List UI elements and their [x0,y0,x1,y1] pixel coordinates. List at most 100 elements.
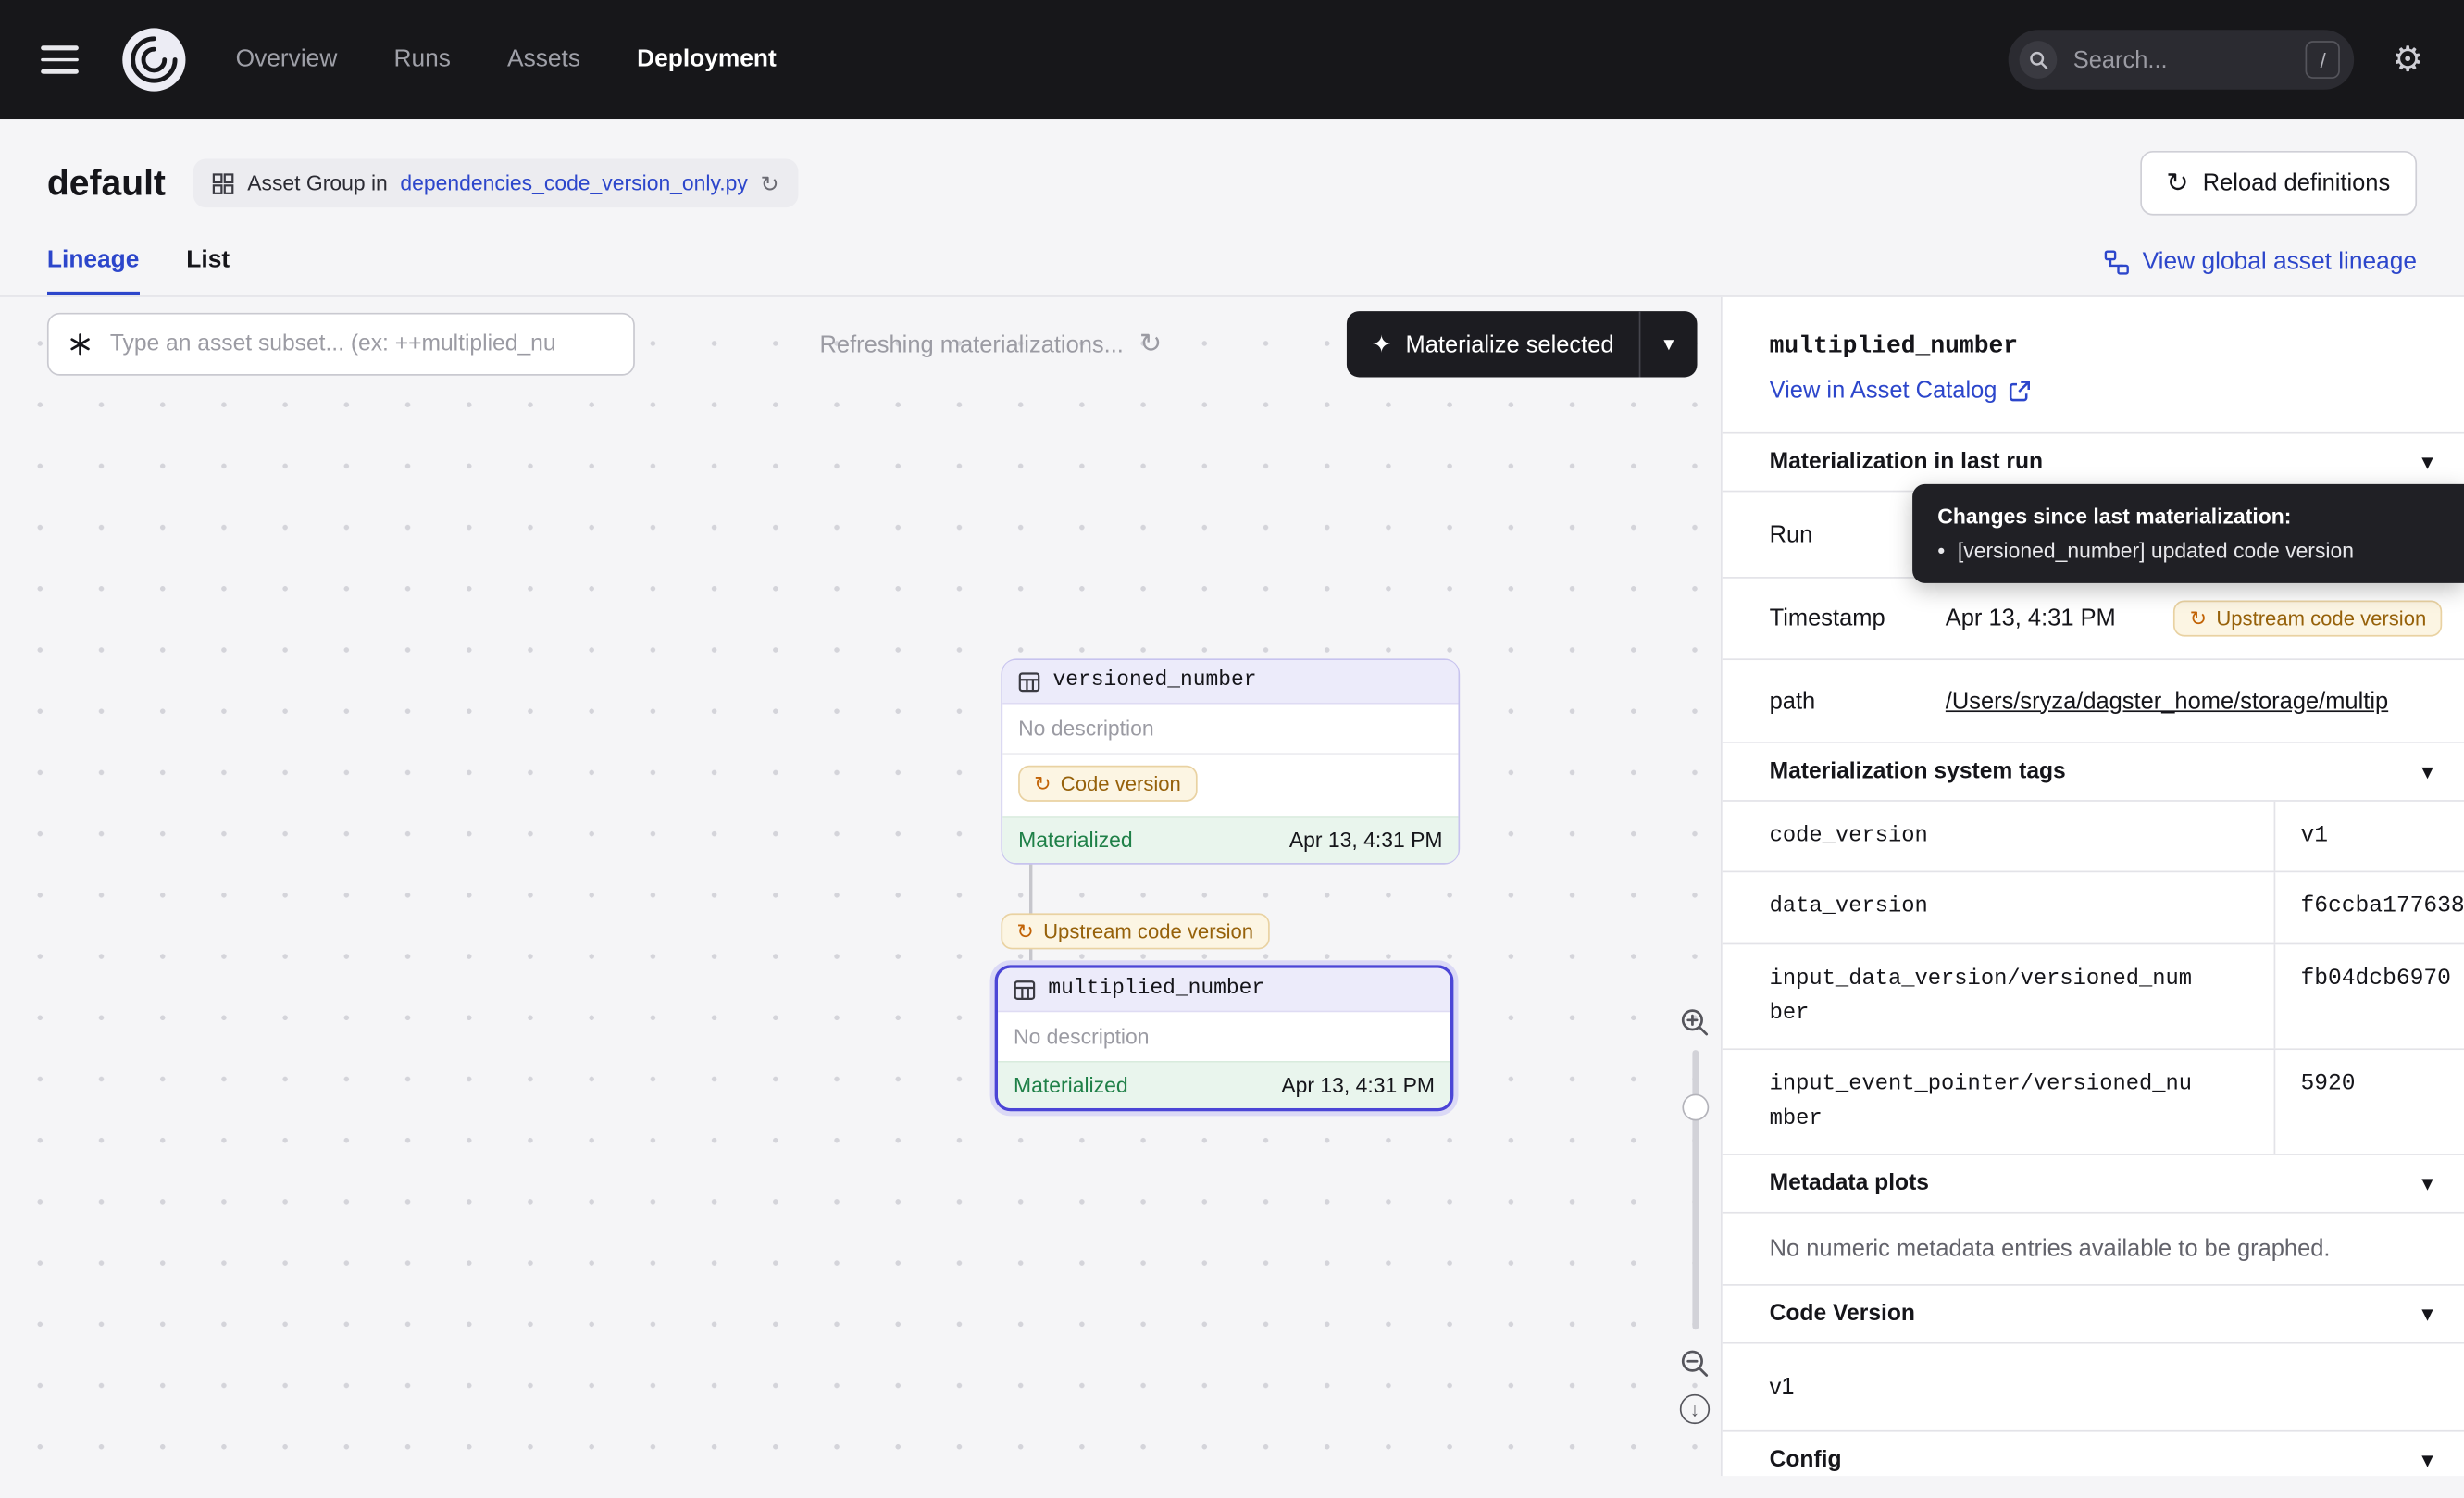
system-tag-row: input_event_pointer/versioned_number 592… [1723,1050,2464,1155]
system-tag-row: code_version v1 [1723,802,2464,873]
chevron-down-icon[interactable]: ▾ [2422,450,2433,475]
timestamp-label: Timestamp [1770,605,1946,632]
view-global-asset-lineage-link[interactable]: View global asset lineage [2105,248,2417,295]
path-label: path [1770,688,1946,715]
external-link-icon [2008,380,2030,402]
zoom-in-icon[interactable] [1680,1007,1710,1037]
reload-group-icon[interactable]: ↻ [760,172,778,194]
download-view-icon[interactable]: ↓ [1680,1394,1710,1424]
tab-list[interactable]: List [186,247,230,296]
nav-item-overview[interactable]: Overview [236,45,338,74]
system-tag-row: data_version f6ccba177638 [1723,873,2464,944]
tag-value: fb04dcb6970 [2275,944,2464,1048]
zoom-out-icon[interactable] [1680,1349,1710,1379]
tab-lineage[interactable]: Lineage [47,247,139,296]
chevron-down-icon[interactable]: ▾ [2422,759,2433,784]
tooltip-title: Changes since last materialization: [1937,505,2439,528]
asset-subset-input[interactable] [106,331,614,359]
changes-tooltip: Changes since last materialization: • [v… [1912,484,2464,583]
selected-asset-name: multiplied_number [1770,331,2417,360]
refresh-icon: ↻ [2166,169,2188,196]
asset-group-prefix: Asset Group in [247,171,388,194]
tag-key: input_event_pointer/versioned_number [1723,1050,2276,1154]
materialized-status: Materialized [1018,829,1133,852]
system-tag-row: input_data_version/versioned_number fb04… [1723,944,2464,1050]
nav-item-assets[interactable]: Assets [507,45,580,74]
chevron-down-icon[interactable]: ▾ [2422,1448,2433,1473]
section-metadata-plots[interactable]: Metadata plots ▾ [1723,1155,2464,1214]
refresh-status-text: Refreshing materializations... [820,331,1124,357]
asset-name: multiplied_number [1048,978,1264,1001]
tag-key: input_data_version/versioned_number [1723,944,2276,1048]
asset-status-footer: Materialized Apr 13, 4:31 PM [998,1061,1450,1108]
tag-key: code_version [1723,802,2276,871]
view-in-asset-catalog-link[interactable]: View in Asset Catalog [1770,377,2417,404]
main-content: Refreshing materializations... ↻ ✦ Mater… [0,297,2464,1476]
asset-node-header: versioned_number [1002,660,1458,705]
chevron-down-icon[interactable]: ▾ [2422,1302,2433,1327]
page-header: default Asset Group in dependencies_code… [0,119,2464,216]
tag-value: v1 [2275,802,2464,871]
nav-item-deployment[interactable]: Deployment [637,45,777,74]
asset-node-versioned-number[interactable]: versioned_number No description ↻ Code v… [1001,658,1460,864]
materialized-timestamp: Apr 13, 4:31 PM [1281,1074,1435,1097]
app-window: Overview Runs Assets Deployment / ⚙ defa… [0,0,2464,1498]
section-code-version[interactable]: Code Version ▾ [1723,1286,2464,1344]
asset-subset-filter[interactable] [47,313,635,376]
asset-name: versioned_number [1052,669,1256,693]
hamburger-menu-icon[interactable] [41,46,79,74]
asset-tags-row: ↻ Code version [1002,755,1458,816]
dagster-logo[interactable] [119,25,189,94]
global-search[interactable]: / [2009,30,2354,90]
edge-upstream-code-version-tag: ↻ Upstream code version [1001,913,1269,949]
refresh-now-icon[interactable]: ↻ [1139,329,1162,360]
code-version-tag: ↻ Code version [1018,766,1197,802]
asset-description: No description [998,1012,1450,1061]
table-icon [1018,670,1040,693]
asset-group-file-link[interactable]: dependencies_code_version_only.py [400,171,747,194]
materialized-timestamp: Apr 13, 4:31 PM [1289,829,1443,852]
page-title: default [47,162,166,205]
settings-gear-icon[interactable]: ⚙ [2392,43,2423,77]
code-version-refresh-icon: ↻ [1034,773,1052,793]
path-value-link[interactable]: /Users/sryza/dagster_home/storage/multip [1946,688,2442,715]
lineage-graph-canvas[interactable]: Refreshing materializations... ↻ ✦ Mater… [0,297,1721,1476]
primary-nav: Overview Runs Assets Deployment [236,45,777,74]
code-version-value: v1 [1723,1344,2464,1432]
chevron-down-icon[interactable]: ▾ [2422,1171,2433,1196]
lineage-graph-icon [2105,250,2130,275]
search-input[interactable] [2070,44,2293,74]
tooltip-item: • [versioned_number] updated code versio… [1937,539,2439,562]
asset-node-header: multiplied_number [998,968,1450,1013]
section-config[interactable]: Config ▾ [1723,1432,2464,1476]
materialize-button-group: ✦ Materialize selected ▾ [1347,311,1698,377]
path-row: path /Users/sryza/dagster_home/storage/m… [1723,660,2464,743]
asset-node-multiplied-number[interactable]: multiplied_number No description Materia… [995,965,1454,1111]
asset-description: No description [1002,705,1458,755]
code-version-refresh-icon: ↻ [2190,608,2208,629]
top-navigation-bar: Overview Runs Assets Deployment / ⚙ [0,0,2464,119]
tag-value: 5920 [2275,1050,2464,1154]
materialize-dropdown-caret[interactable]: ▾ [1640,331,1697,356]
timestamp-row: Timestamp Apr 13, 4:31 PM ↻ Upstream cod… [1723,579,2464,660]
asset-group-grid-icon [213,172,235,194]
view-tabs: Lineage List View global asset lineage [0,247,2464,297]
section-materialization-system-tags[interactable]: Materialization system tags ▾ [1723,743,2464,802]
materialized-status: Materialized [1014,1074,1128,1097]
metadata-plots-empty-message: No numeric metadata entries available to… [1723,1214,2464,1286]
bullet: • [1937,539,1945,562]
tag-value: f6ccba177638 [2275,873,2464,942]
asset-group-badge: Asset Group in dependencies_code_version… [193,158,797,207]
nav-item-runs[interactable]: Runs [393,45,450,74]
search-icon [2020,41,2058,79]
materialize-selected-button[interactable]: ✦ Materialize selected [1347,331,1639,359]
op-selector-icon [68,331,93,356]
reload-definitions-button[interactable]: ↻ Reload definitions [2139,151,2417,216]
zoom-slider[interactable] [1692,1050,1699,1329]
zoom-slider-handle[interactable] [1682,1094,1709,1121]
sparkle-icon: ✦ [1372,331,1391,359]
zoom-control: ↓ [1680,1007,1710,1424]
table-icon [1014,979,1036,1001]
search-shortcut-badge: / [2306,41,2340,79]
upstream-code-version-tag: ↻ Upstream code version [2174,601,2443,637]
